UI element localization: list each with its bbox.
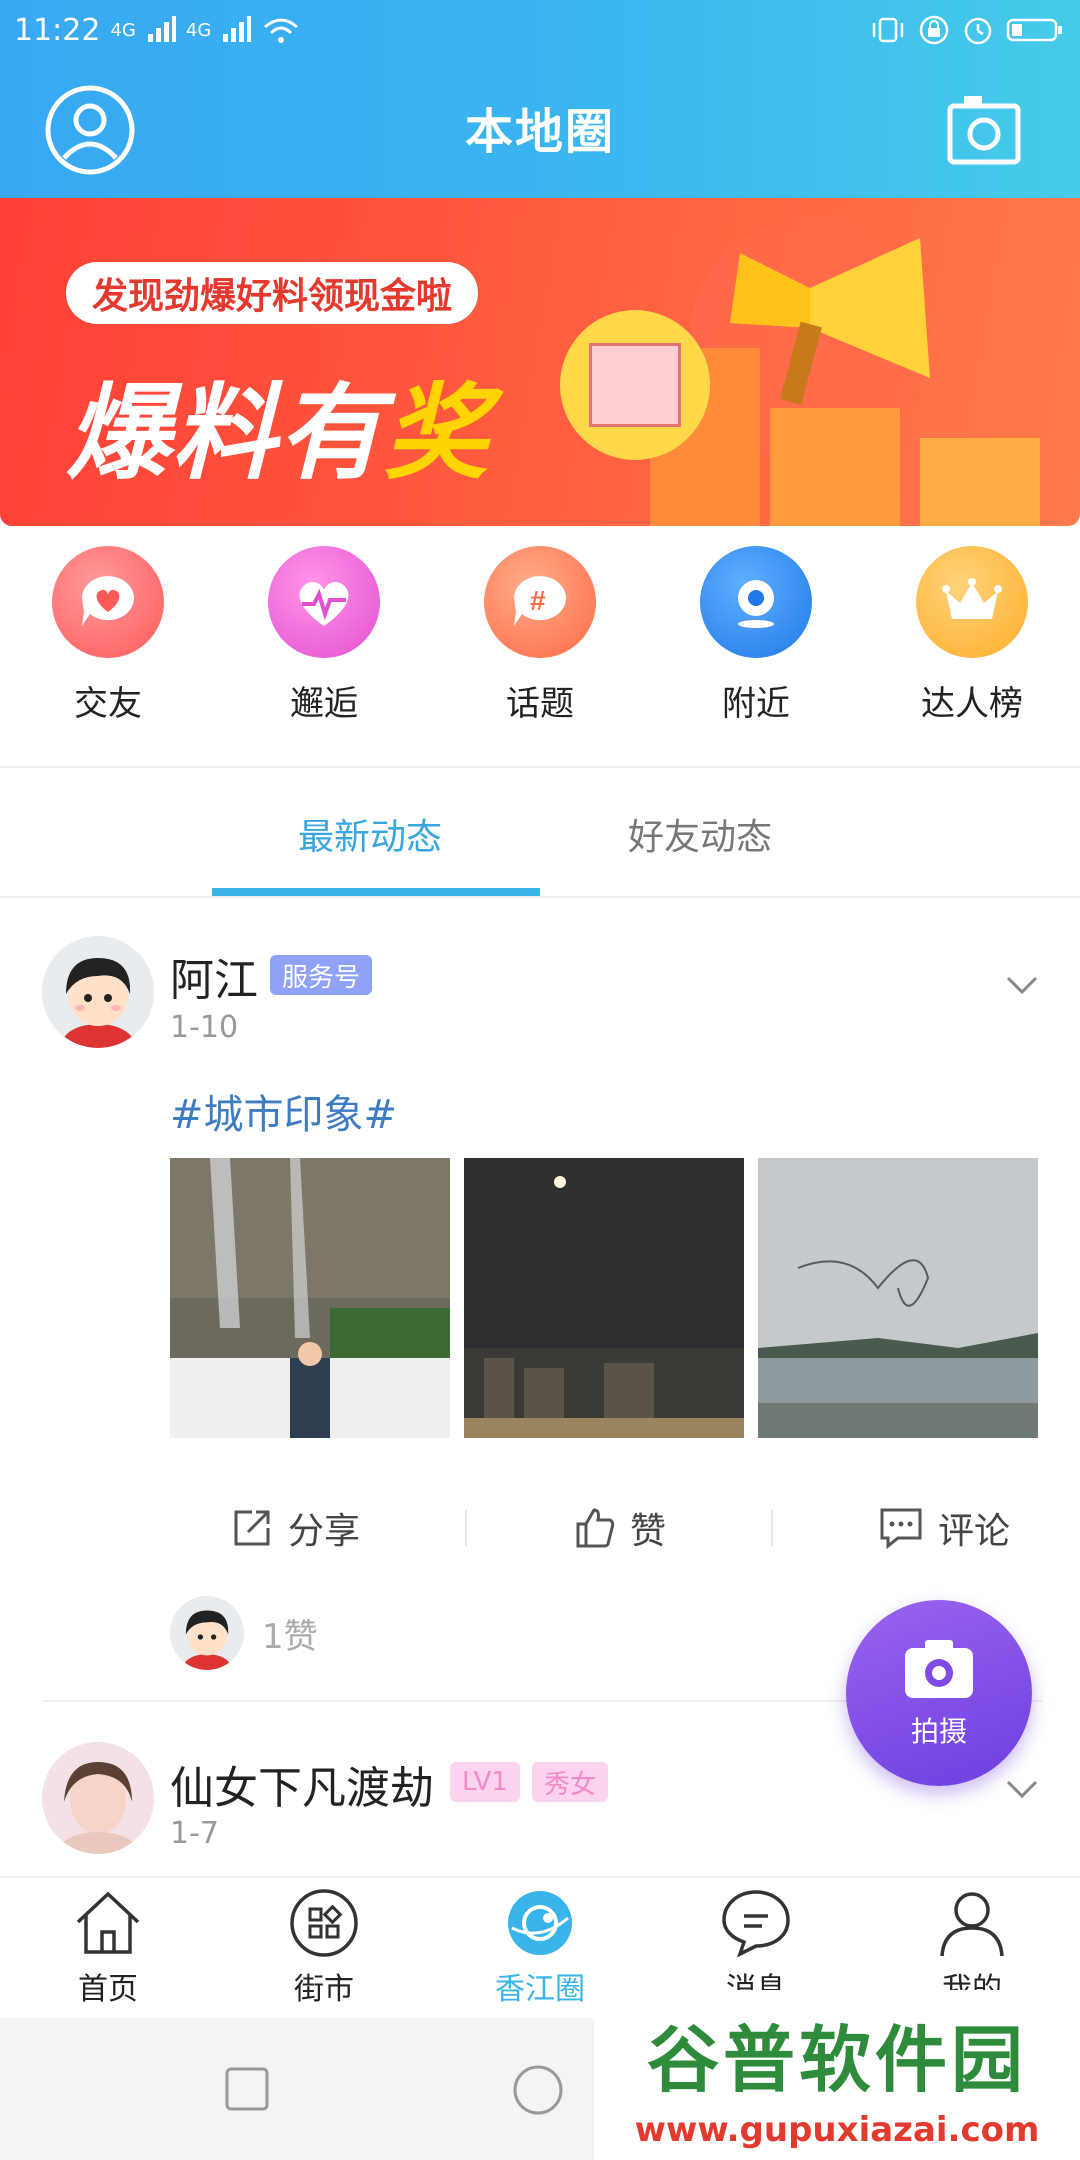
hashtag-bubble-icon: # [484,546,596,658]
category-row: 交友 邂逅 # 话题 附近 达人榜 [0,546,1080,756]
wifi-icon [264,18,299,43]
category-friends[interactable]: 交友 [18,546,198,756]
camera-icon[interactable] [946,84,1022,176]
banner-headline-a: 爆料有 [66,372,385,494]
chat-icon [722,1890,790,1958]
share-icon [234,1510,270,1546]
vibrate-icon [872,17,904,43]
post-actions: 分享 赞 评论 [230,1498,1010,1558]
home-icon [76,1891,140,1954]
post-username[interactable]: 仙女下凡渡劫 [170,1752,434,1816]
person-icon [940,1892,1004,1957]
category-label: 话题 [506,684,574,724]
heart-bubble-icon [52,546,164,658]
tab-latest[interactable]: 最新动态 [298,808,442,860]
category-encounter[interactable]: 邂逅 [234,546,414,756]
page-title: 本地圈 [464,104,615,160]
category-label: 交友 [74,684,142,724]
tag-badge: 秀女 [532,1762,609,1802]
tab-friends[interactable]: 好友动态 [628,808,772,860]
post-username[interactable]: 阿江 [170,944,258,1008]
chevron-down-icon[interactable] [1004,1770,1040,1806]
watermark-title: 谷普软件园 [646,2017,1027,2102]
shoot-button[interactable]: 拍摄 [846,1600,1032,1786]
thumbs-up-icon [576,1508,615,1548]
like-button[interactable]: 赞 [572,1502,666,1554]
network-label-1: 4G [110,19,136,41]
nav-label: 香江圈 [495,1972,585,2007]
nav-label: 首页 [78,1972,138,2007]
comment-icon [880,1508,922,1550]
status-bar: 11:22 4G 4G [14,8,1064,52]
liker-avatar[interactable] [170,1596,244,1670]
post-photo[interactable] [464,1158,744,1438]
signal-icon [223,16,252,42]
shoot-label: 拍摄 [910,1715,967,1748]
promo-banner[interactable]: 发现劲爆好料领现金啦 爆料有奖 ¥ [0,198,1080,526]
banner-headline-b: 奖 [384,372,491,494]
lock-rotation-icon [919,15,949,45]
divider [0,896,1080,898]
watermark: 谷普软件园 www.gupuxiazai.com [594,1990,1080,2160]
status-time: 11:22 [14,12,101,48]
feed-tabs: 最新动态 好友动态 [0,768,1080,896]
nav-market[interactable]: 街市 [244,1878,404,2020]
location-pin-icon [700,546,812,658]
post-photo[interactable] [758,1158,1038,1438]
post-hashtag[interactable]: #城市印象# [170,1082,397,1140]
category-label: 达人榜 [921,684,1023,724]
camera-icon [905,1640,973,1698]
heartbeat-icon [268,546,380,658]
comment-button[interactable]: 评论 [878,1502,1010,1554]
category-label: 邂逅 [290,684,358,724]
signal-icon [147,16,176,42]
level-badge: LV1 [450,1762,520,1802]
post-date: 1-10 [170,1010,239,1045]
grid-apps-icon [290,1889,358,1957]
svg-text:#: # [530,585,546,616]
banner-pill: 发现劲爆好料领现金啦 [66,262,479,324]
post-date: 1-7 [170,1816,219,1851]
category-label: 附近 [722,684,790,724]
crown-icon [916,546,1028,658]
comment-label: 评论 [937,1511,1010,1552]
category-nearby[interactable]: 附近 [666,546,846,756]
divider [770,1510,773,1546]
likes-count: 1赞 [262,1616,318,1657]
cartoon-boy-avatar-icon [170,1596,244,1670]
banner-headline: 爆料有奖 [66,348,490,499]
category-topic[interactable]: # 话题 [450,546,630,756]
share-label: 分享 [288,1511,361,1552]
chevron-down-icon[interactable] [1004,966,1040,1002]
like-label: 赞 [629,1511,666,1552]
avatar[interactable] [42,936,154,1048]
nav-home[interactable]: 首页 [28,1878,188,2020]
cartoon-boy-avatar-icon [42,936,154,1048]
share-button[interactable]: 分享 [230,1502,360,1554]
watermark-url: www.gupuxiazai.com [634,2109,1040,2150]
network-label-2: 4G [185,19,212,41]
user-photo-avatar-icon [42,1742,154,1854]
circle-planet-icon [508,1891,572,1955]
category-ranking[interactable]: 达人榜 [882,546,1062,756]
likes-row: 1赞 [170,1596,318,1670]
battery-icon [1006,18,1062,42]
recent-apps-icon[interactable] [224,2066,270,2112]
service-badge: 服务号 [270,955,373,995]
money-envelope-icon [560,310,710,460]
tab-active-indicator [212,888,540,896]
avatar[interactable] [42,1742,154,1854]
alarm-icon [964,17,992,45]
home-circle-icon[interactable] [512,2064,564,2116]
divider [465,1510,467,1546]
app-header: 11:22 4G 4G 本地圈 [0,0,1080,198]
nav-label: 街市 [294,1972,354,2007]
post-photo[interactable] [170,1158,450,1438]
